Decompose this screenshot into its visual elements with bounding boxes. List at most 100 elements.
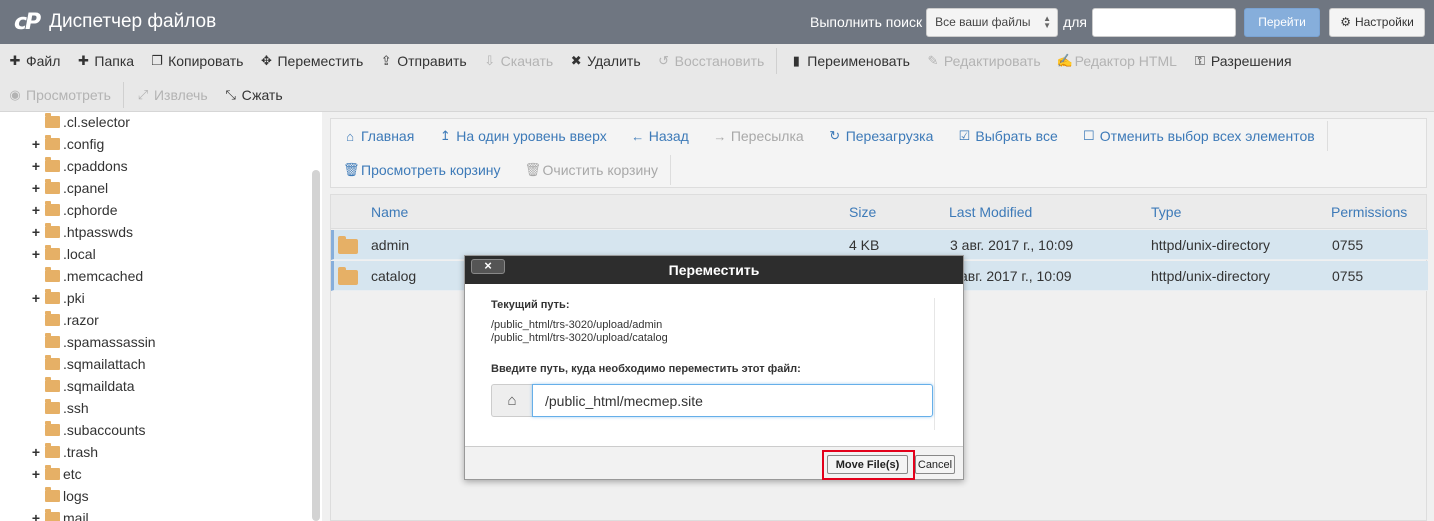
toolbar-button-0[interactable]: ◉ Просмотреть	[0, 87, 119, 103]
expand-icon[interactable]: +	[30, 466, 42, 482]
column-header-modified[interactable]: Last Modified	[949, 195, 1032, 229]
tree-item[interactable]: + .config	[30, 133, 104, 155]
toolbar-separator	[776, 48, 778, 74]
expand-icon[interactable]: +	[30, 444, 42, 460]
column-header-permissions[interactable]: Permissions	[1331, 195, 1407, 229]
column-header-size[interactable]: Size	[849, 195, 876, 229]
toolbar-button-7[interactable]: ↺ Восстановить	[649, 53, 773, 69]
search-area: Выполнить поиск Все ваши файлы ▲ ▼ для Пе…	[810, 0, 1434, 44]
expand-icon[interactable]: +	[30, 158, 42, 174]
eye-icon: ◉	[9, 87, 21, 102]
toolbar-button-1[interactable]: ⤢ Извлечь	[128, 87, 216, 103]
nav-button-0[interactable]: 🗑 Просмотреть корзину	[331, 162, 513, 178]
tree-item[interactable]: .cl.selector	[30, 112, 130, 133]
toolbar-button-3[interactable]: ✥ Переместить	[251, 53, 371, 69]
destination-label: Введите путь, куда необходимо переместит…	[491, 363, 801, 375]
toolbar-button-0[interactable]: ✚ Файл	[0, 53, 68, 69]
folder-icon	[45, 465, 60, 480]
folder-icon	[45, 267, 60, 282]
tree-item-label: .razor	[63, 312, 99, 328]
nav-button-2[interactable]: ← Назад	[619, 128, 701, 144]
nav-button-1[interactable]: ↥ На один уровень вверх	[426, 128, 618, 144]
folder-icon	[45, 289, 60, 304]
expand-icon[interactable]: +	[30, 246, 42, 262]
app-logo[interactable]: cP Диспетчер файлов	[14, 10, 216, 35]
go-button[interactable]: Перейти	[1244, 7, 1320, 37]
tree-item[interactable]: .ssh	[30, 397, 89, 419]
cancel-button[interactable]: Cancel	[915, 455, 955, 474]
expand-icon[interactable]: +	[30, 136, 42, 152]
expand-icon[interactable]: +	[30, 290, 42, 306]
tree-item[interactable]: + mail	[30, 507, 89, 521]
tree-item[interactable]: + .trash	[30, 441, 98, 463]
nav-button-3[interactable]: → Пересылка	[701, 128, 816, 144]
nav-button-4[interactable]: ↻ Перезагрузка	[816, 128, 946, 144]
expand-icon[interactable]: +	[30, 510, 42, 521]
nav-button-6[interactable]: ☐ Отменить выбор всех элементов	[1070, 128, 1327, 144]
tree-item[interactable]: + etc	[30, 463, 82, 485]
toolbar-button-10[interactable]: ✍ Редактор HTML	[1049, 53, 1185, 69]
toolbar-button-6[interactable]: ✖ Удалить	[561, 53, 648, 69]
destination-input-group: ⌂ /public_html/mecmep.site	[491, 384, 933, 417]
toolbar-button-5[interactable]: ⇩ Скачать	[475, 53, 562, 69]
tree-item[interactable]: .spamassassin	[30, 331, 156, 353]
search-input[interactable]	[1092, 7, 1236, 37]
nav-button-1[interactable]: 🗑 Очистить корзину	[513, 162, 671, 178]
expand-icon[interactable]: +	[30, 180, 42, 196]
sidebar-scrollbar[interactable]	[312, 170, 320, 521]
toolbar-button-2[interactable]: ⤡ Сжать	[216, 87, 291, 103]
dialog-scrollbar[interactable]	[934, 298, 944, 430]
search-scope-value: Все ваши файлы	[935, 15, 1031, 29]
tree-item[interactable]: + .htpasswds	[30, 221, 133, 243]
nav-row-2: 🗑 Просмотреть корзину 🗑 Очистить корзину	[331, 153, 672, 187]
folder-icon	[45, 421, 60, 436]
toolbar-button-1[interactable]: ✚ Папка	[68, 53, 142, 69]
folder-icon	[45, 443, 60, 458]
tree-item[interactable]: + .cphorde	[30, 199, 117, 221]
tree-item[interactable]: + .local	[30, 243, 96, 265]
expand-icon[interactable]: +	[30, 224, 42, 240]
home-icon: ⌂	[491, 384, 532, 417]
move-files-button[interactable]: Move File(s)	[827, 455, 908, 474]
nav-button-0[interactable]: ⌂ Главная	[331, 128, 426, 144]
folder-icon	[45, 377, 60, 392]
toolbar-row-1: ✚ Файл ✚ Папка ❐ Копировать ✥ Переместить ⇪ Отпра…	[0, 44, 1300, 78]
column-header-name[interactable]: Name	[371, 195, 408, 229]
folder-icon	[338, 236, 358, 254]
edit-icon: ✍	[1056, 53, 1073, 68]
folder-icon	[45, 135, 60, 150]
tree-item-label: .sqmaildata	[63, 378, 135, 394]
search-scope-select[interactable]: Все ваши файлы ▲ ▼	[926, 7, 1059, 37]
toolbar-button-11[interactable]: ⚿ Разрешения	[1185, 53, 1300, 69]
tree-item-label: .htpasswds	[63, 224, 134, 240]
tree-item[interactable]: logs	[30, 485, 89, 507]
tree-item[interactable]: .razor	[30, 309, 99, 331]
toolbar-button-4[interactable]: ⇪ Отправить	[371, 53, 474, 69]
column-header-type[interactable]: Type	[1151, 195, 1181, 229]
settings-label: Настройки	[1354, 15, 1414, 29]
expand-icon[interactable]: +	[30, 202, 42, 218]
nav-button-5[interactable]: ☑ Выбрать все	[945, 128, 1069, 144]
folder-icon	[45, 311, 60, 326]
toolbar-button-2[interactable]: ❐ Копировать	[142, 53, 251, 69]
toolbar-button-9[interactable]: ✎ Редактировать	[918, 53, 1049, 69]
directory-tree: .cl.selector + .config + .cpaddons + .cpanel +.…	[0, 112, 322, 521]
nav-separator	[670, 155, 672, 185]
tree-item-label: .ssh	[63, 400, 89, 416]
tree-item[interactable]: .subaccounts	[30, 419, 146, 441]
row-name: admin	[371, 237, 410, 253]
tree-item[interactable]: .sqmaildata	[30, 375, 135, 397]
tree-item[interactable]: .memcached	[30, 265, 143, 287]
tree-item[interactable]: + .pki	[30, 287, 85, 309]
key-icon: ⚿	[1194, 53, 1205, 68]
destination-path-input[interactable]: /public_html/mecmep.site	[532, 384, 933, 417]
app-title: Диспетчер файлов	[49, 11, 217, 32]
tree-item[interactable]: + .cpaddons	[30, 155, 128, 177]
row-name: catalog	[371, 268, 417, 284]
toolbar-button-8[interactable]: ▮ Переименовать	[781, 53, 918, 69]
tree-item[interactable]: + .cpanel	[30, 177, 108, 199]
settings-button[interactable]: ⚙ Настройки	[1329, 7, 1425, 37]
close-button[interactable]: ×	[471, 259, 505, 274]
toolbar: ✚ Файл ✚ Папка ❐ Копировать ✥ Переместить ⇪ Отпра…	[0, 44, 1434, 112]
tree-item[interactable]: .sqmailattach	[30, 353, 145, 375]
